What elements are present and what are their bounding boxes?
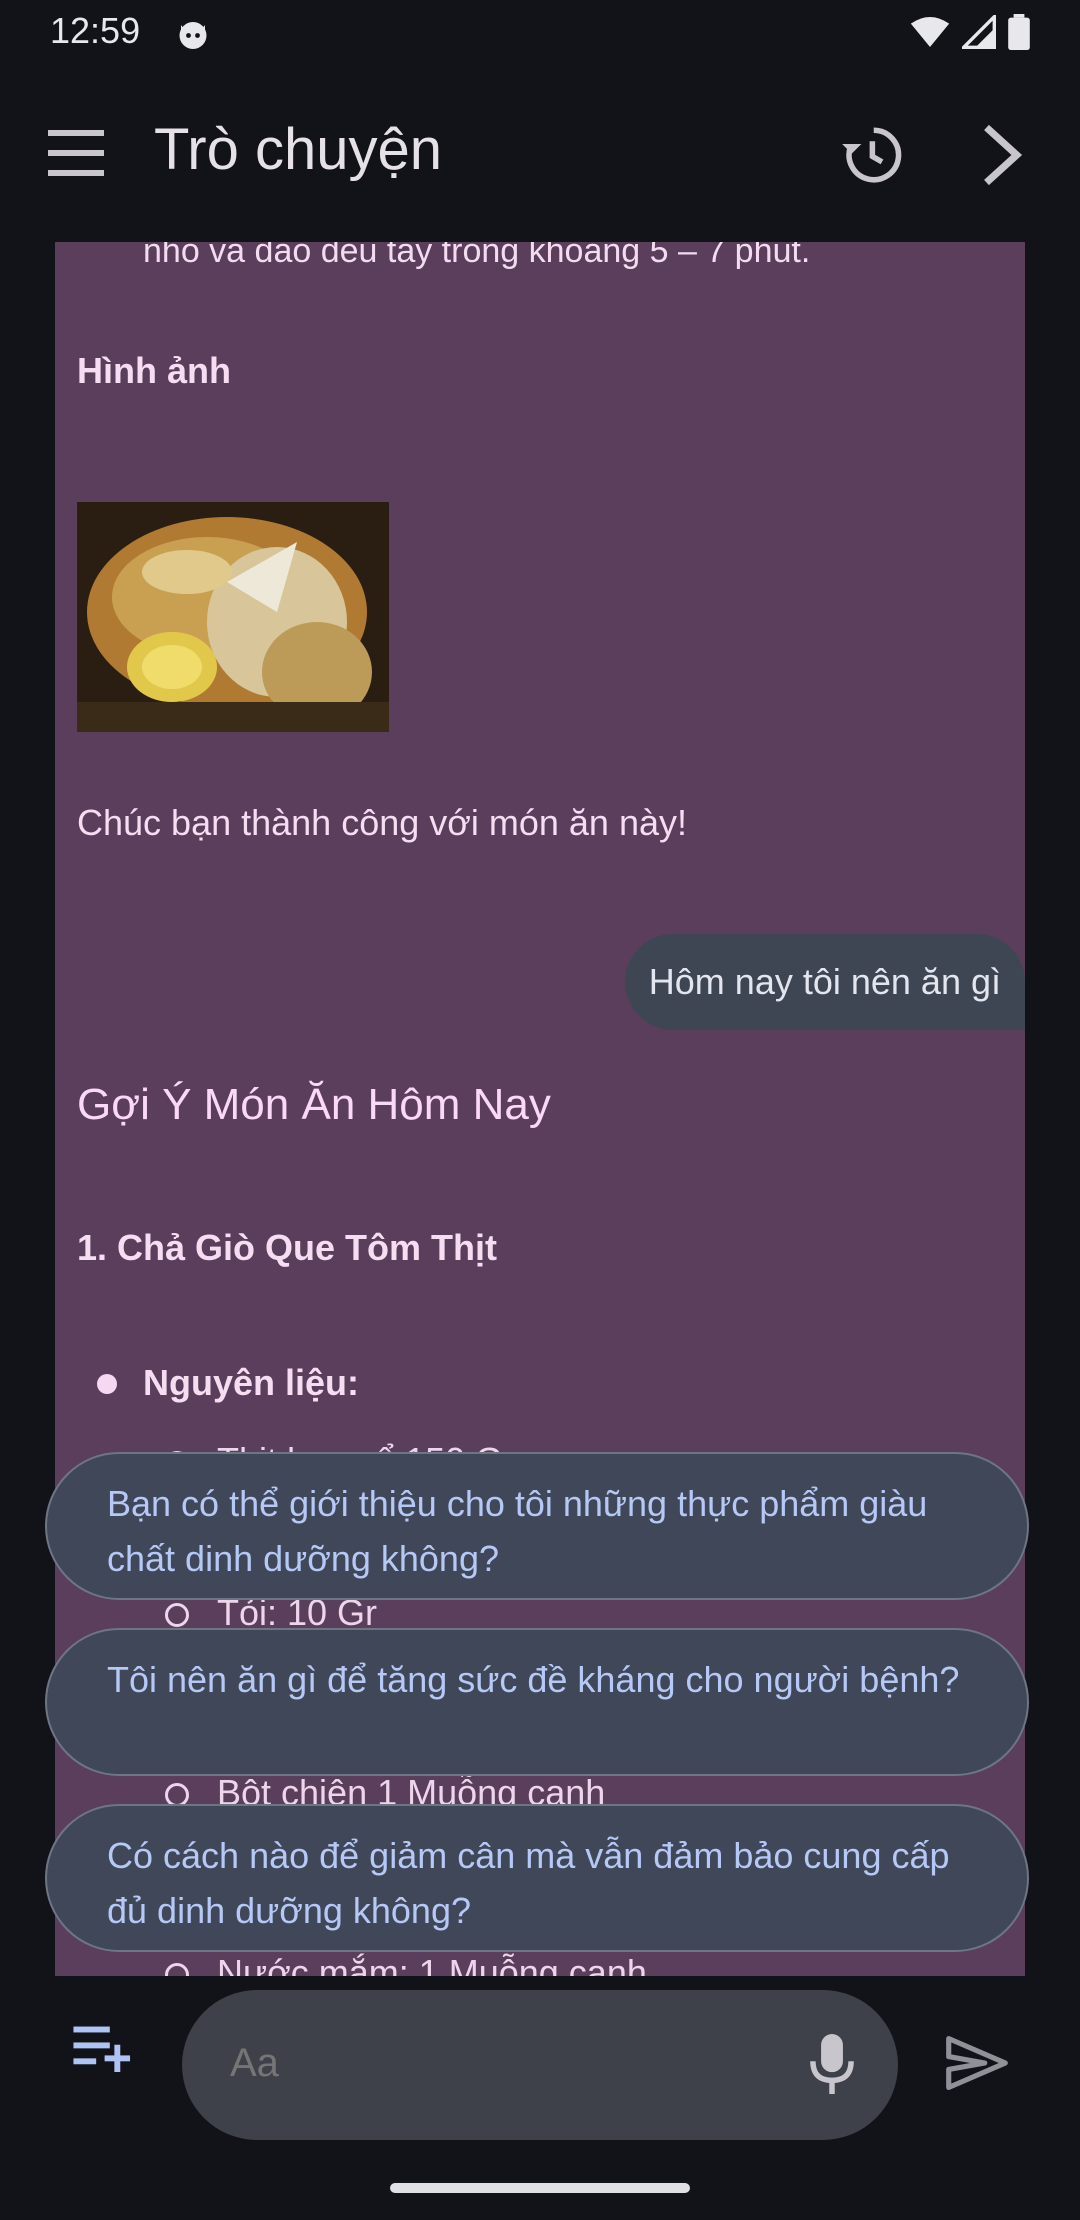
app-bar: Trò chuyện	[0, 66, 1080, 242]
cat-notification-icon	[179, 22, 207, 49]
status-icons	[910, 14, 1030, 50]
bullet-ring	[165, 1603, 189, 1628]
ingredients-label: Nguyên liệu:	[143, 1362, 360, 1403]
bullet-dot	[97, 1374, 117, 1394]
suggestion-chip[interactable]: Bạn có thể giới thiệu cho tôi những thực…	[45, 1452, 1029, 1600]
wifi-icon	[910, 17, 950, 47]
chevron-right-icon[interactable]	[978, 122, 1028, 188]
battery-icon	[1008, 14, 1030, 50]
message-input[interactable]	[228, 2040, 752, 2087]
mic-icon[interactable]	[810, 2034, 854, 2094]
message-heading: Hình ảnh	[77, 350, 231, 391]
user-message-bubble: Hôm nay tôi nên ăn gì	[624, 934, 1025, 1030]
suggestion-chip[interactable]: Có cách nào để giảm cân mà vẫn đảm bảo c…	[45, 1804, 1029, 1952]
menu-icon[interactable]	[48, 130, 104, 176]
message-input-container[interactable]	[182, 1990, 898, 2140]
bullet-ring	[165, 1963, 189, 1976]
status-time: 12:59	[50, 10, 141, 51]
recipe-heading: 1. Chả Giò Que Tôm Thịt	[77, 1227, 498, 1268]
history-icon[interactable]	[838, 122, 904, 188]
message-text-partial: nhỏ và đảo đều tay trong khoảng 5 – 7 ph…	[143, 242, 811, 270]
roast-chicken-image[interactable]	[77, 502, 389, 732]
playlist-add-icon[interactable]	[72, 2022, 134, 2072]
message-closing-text: Chúc bạn thành công với món ăn này!	[77, 802, 687, 843]
message-title: Gợi Ý Món Ăn Hôm Nay	[77, 1080, 551, 1129]
suggestion-chip[interactable]: Tôi nên ăn gì để tăng sức đề kháng cho n…	[45, 1628, 1029, 1776]
list-item: Nước mắm: 1 Muỗng canh	[165, 1952, 647, 1976]
signal-icon	[962, 15, 996, 49]
home-indicator[interactable]	[390, 2183, 690, 2193]
status-bar: 12:59	[0, 0, 1080, 66]
page-title: Trò chuyện	[154, 117, 442, 182]
user-message-text: Hôm nay tôi nên ăn gì	[648, 961, 1001, 1002]
send-icon[interactable]	[946, 2036, 1008, 2090]
